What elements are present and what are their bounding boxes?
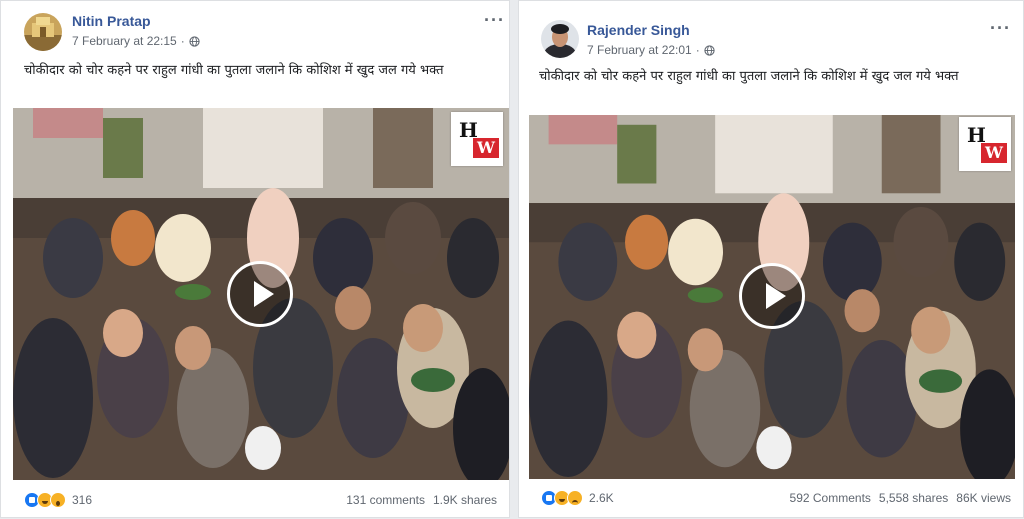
views-count[interactable]: 86K views: [956, 491, 1011, 505]
author-name[interactable]: Rajender Singh: [587, 22, 690, 38]
avatar[interactable]: [541, 20, 579, 58]
play-button[interactable]: [227, 261, 293, 327]
comments-count[interactable]: 592 Comments: [790, 491, 871, 505]
reaction-summary[interactable]: 316: [24, 492, 92, 508]
reaction-summary[interactable]: 2.6K: [541, 490, 614, 506]
play-button[interactable]: [739, 263, 805, 329]
post-header: Nitin Pratap 7 February at 22:15 · ···: [1, 1, 509, 57]
reaction-count: 316: [72, 493, 93, 507]
post-timestamp[interactable]: 7 February at 22:01: [587, 43, 692, 57]
author-name[interactable]: Nitin Pratap: [72, 13, 151, 29]
post-meta: 7 February at 22:15 ·: [72, 34, 200, 48]
post-meta: 7 February at 22:01 ·: [587, 43, 715, 57]
play-icon: [766, 283, 786, 309]
wow-reaction-icon: [50, 492, 66, 508]
channel-logo: H W: [959, 117, 1011, 171]
post-stats: 131 comments 1.9K shares: [346, 493, 497, 507]
sad-reaction-icon: [567, 490, 583, 506]
reaction-count: 2.6K: [589, 491, 614, 505]
channel-logo: H W: [451, 112, 503, 166]
logo-letter-w: W: [981, 143, 1007, 163]
post-card: Rajender Singh 7 February at 22:01 · ···…: [518, 0, 1024, 518]
logo-letter-w: W: [473, 138, 499, 158]
video-player[interactable]: H W: [13, 108, 509, 480]
more-options-icon[interactable]: ···: [484, 11, 505, 29]
shares-count[interactable]: 1.9K shares: [433, 493, 497, 507]
post-header: Rajender Singh 7 February at 22:01 · ···: [519, 1, 1023, 58]
avatar[interactable]: [24, 13, 62, 51]
globe-icon: [704, 44, 715, 56]
more-options-icon[interactable]: ···: [990, 19, 1011, 37]
globe-icon: [189, 35, 200, 47]
post-caption: चोकीदार को चोर कहने पर राहुल गांधी का पु…: [24, 63, 444, 78]
play-icon: [254, 281, 274, 307]
post-stats: 592 Comments 5,558 shares 86K views: [790, 491, 1011, 505]
post-footer: 316 131 comments 1.9K shares: [1, 481, 509, 519]
comments-count[interactable]: 131 comments: [346, 493, 425, 507]
post-caption: चोकीदार को चोर कहने पर राहुल गांधी का पु…: [539, 69, 959, 84]
post-footer: 2.6K 592 Comments 5,558 shares 86K views: [519, 481, 1023, 519]
post-card: Nitin Pratap 7 February at 22:15 · ··· च…: [0, 0, 510, 518]
video-player[interactable]: H W: [529, 115, 1015, 479]
post-timestamp[interactable]: 7 February at 22:15: [72, 34, 177, 48]
shares-count[interactable]: 5,558 shares: [879, 491, 948, 505]
